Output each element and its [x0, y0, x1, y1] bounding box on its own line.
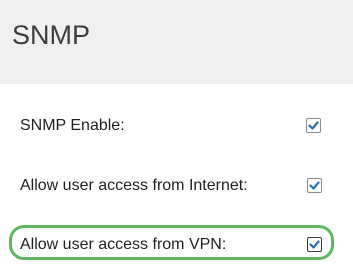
- vpn-access-checkbox[interactable]: [307, 237, 322, 252]
- vpn-access-label: Allow user access from VPN:: [20, 236, 227, 253]
- checkmark-icon: [308, 121, 319, 130]
- internet-access-label: Allow user access from Internet:: [20, 177, 248, 194]
- page-title: SNMP: [12, 20, 91, 50]
- setting-row-vpn-access: Allow user access from VPN:: [0, 229, 353, 259]
- snmp-enable-label: SNMP Enable:: [20, 117, 125, 134]
- setting-row-snmp-enable: SNMP Enable:: [0, 110, 353, 140]
- snmp-enable-checkbox[interactable]: [306, 118, 321, 133]
- setting-row-internet-access: Allow user access from Internet:: [0, 170, 353, 200]
- checkmark-icon: [309, 181, 320, 190]
- page-header: SNMP: [0, 0, 353, 84]
- internet-access-checkbox[interactable]: [307, 178, 322, 193]
- checkmark-icon: [309, 240, 320, 249]
